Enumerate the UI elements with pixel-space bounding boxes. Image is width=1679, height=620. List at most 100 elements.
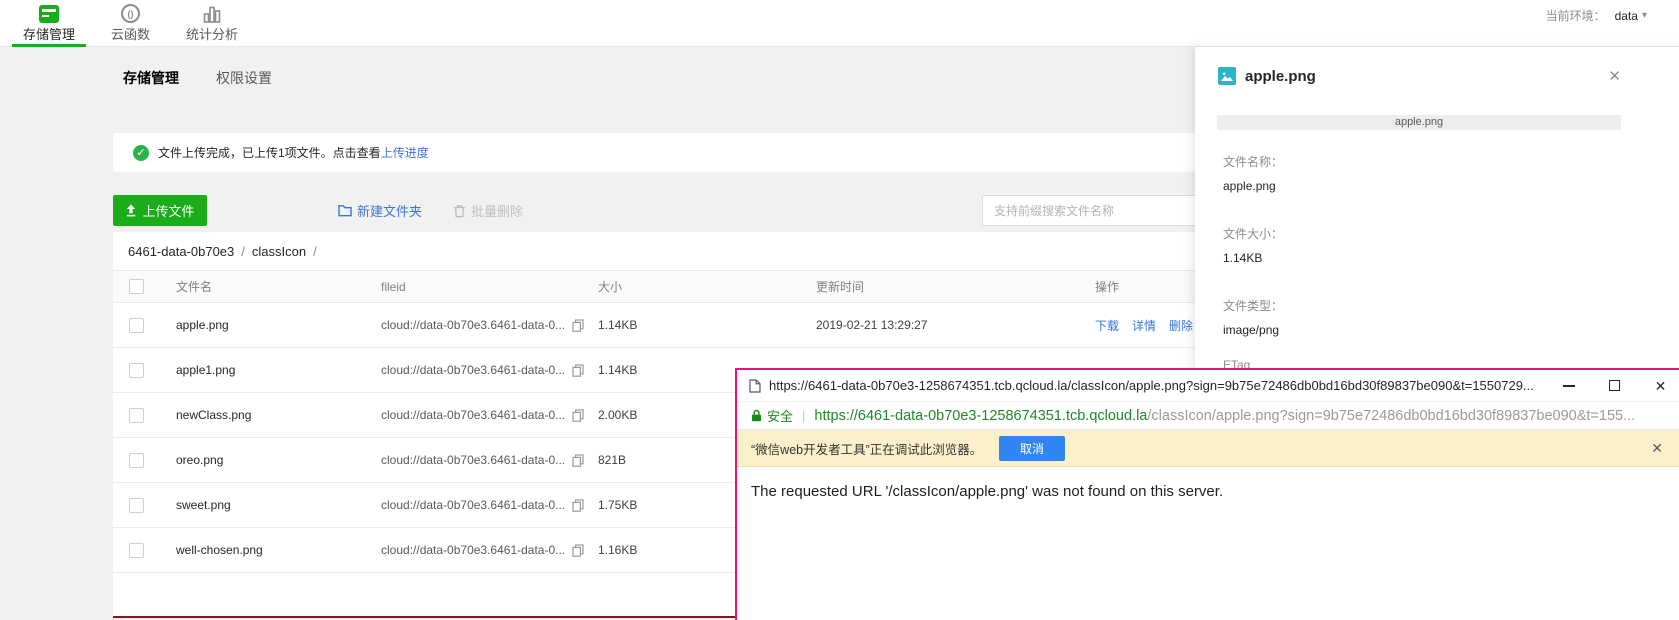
file-id-cell: cloud://data-0b70e3.6461-data-0... <box>381 498 598 512</box>
trash-icon <box>453 204 466 218</box>
upload-progress-link[interactable]: 上传进度 <box>381 144 429 161</box>
breadcrumb-bucket[interactable]: 6461-data-0b70e3 <box>128 244 234 259</box>
env-selector[interactable]: 当前环境： data ▾ <box>1546 7 1647 24</box>
search-input[interactable] <box>982 195 1208 226</box>
field-label: 文件名称： <box>1223 155 1284 169</box>
tab-permission-settings[interactable]: 权限设置 <box>216 68 272 88</box>
batch-delete-button[interactable]: 批量删除 <box>453 195 523 226</box>
row-actions: 下载 详情 删除 <box>1095 317 1210 334</box>
file-name: apple.png <box>176 318 229 332</box>
error-text: The requested URL '/classIcon/apple.png'… <box>751 483 1224 500</box>
batch-delete-label: 批量删除 <box>471 204 524 219</box>
env-value: data <box>1614 8 1638 23</box>
minimize-button[interactable] <box>1560 377 1577 394</box>
nav-tab-label: 存储管理 <box>23 27 76 42</box>
tab-storage-management[interactable]: 存储管理 <box>123 68 179 88</box>
top-bar: 存储管理 () 云函数 统计分析 当前环境： data ▾ <box>0 0 1679 47</box>
nav-tab-label: 云函数 <box>111 27 151 42</box>
copy-icon[interactable] <box>572 363 584 377</box>
file-name: sweet.png <box>176 498 231 512</box>
file-id-cell: cloud://data-0b70e3.6461-data-0... <box>381 408 598 422</box>
file-id: cloud://data-0b70e3.6461-data-0... <box>381 543 566 557</box>
file-id: cloud://data-0b70e3.6461-data-0... <box>381 498 566 512</box>
file-toolbar: 上传文件 新建文件夹 批量删除 <box>113 195 1210 226</box>
address-bar[interactable]: 安全 | https://6461-data-0b70e3-1258674351… <box>737 401 1679 430</box>
row-checkbox[interactable] <box>129 362 144 378</box>
new-folder-label: 新建文件夹 <box>357 204 423 219</box>
row-action[interactable]: 下载 <box>1095 317 1119 334</box>
column-size: 大小 <box>598 280 623 294</box>
copy-icon[interactable] <box>572 408 584 422</box>
popup-title: https://6461-data-0b70e3-1258674351.tcb.… <box>769 378 1534 393</box>
field-value: image/png <box>1223 323 1280 337</box>
row-checkbox[interactable] <box>129 497 144 513</box>
file-id: cloud://data-0b70e3.6461-data-0... <box>381 408 566 422</box>
close-icon: ✕ <box>1654 377 1667 394</box>
nav-tab-cloud-function[interactable]: () 云函数 <box>100 0 161 47</box>
minimize-icon <box>1562 384 1575 387</box>
field-label: 文件类型： <box>1223 299 1284 313</box>
row-action[interactable]: 详情 <box>1132 317 1156 334</box>
stats-icon <box>202 2 222 25</box>
secure-label: 安全 <box>767 409 794 424</box>
field-value: 1.14KB <box>1223 251 1263 265</box>
breadcrumb-separator: / <box>313 243 317 259</box>
file-name: newClass.png <box>176 408 252 422</box>
panel-close-icon[interactable]: ✕ <box>1608 69 1621 84</box>
debug-infobar: “微信web开发者工具”正在调试此浏览器。 取消 ✕ <box>737 430 1679 467</box>
main-nav: 存储管理 () 云函数 统计分析 <box>12 0 263 47</box>
column-filename: 文件名 <box>176 280 213 294</box>
row-checkbox[interactable] <box>129 452 144 468</box>
storage-icon <box>39 2 59 25</box>
row-checkbox[interactable] <box>129 407 144 423</box>
alert-text: 文件上传完成，已上传1项文件。点击查看 <box>158 146 381 160</box>
row-checkbox[interactable] <box>129 317 144 333</box>
field-value: apple.png <box>1223 179 1276 193</box>
nav-tab-storage[interactable]: 存储管理 <box>12 0 87 47</box>
copy-icon[interactable] <box>572 453 584 467</box>
file-name: well-chosen.png <box>176 543 263 557</box>
new-folder-button[interactable]: 新建文件夹 <box>338 195 422 226</box>
address-separator: | <box>802 408 806 423</box>
preview-bar: apple.png <box>1217 115 1621 130</box>
table-header: 文件名 fileid 大小 更新时间 操作 <box>113 270 1210 303</box>
copy-icon[interactable] <box>572 498 584 512</box>
maximize-icon <box>1609 380 1620 391</box>
row-checkbox[interactable] <box>129 542 144 558</box>
copy-icon[interactable] <box>572 543 584 557</box>
breadcrumb-folder[interactable]: classIcon <box>252 244 306 259</box>
file-id-cell: cloud://data-0b70e3.6461-data-0... <box>381 453 598 467</box>
cancel-button[interactable]: 取消 <box>999 436 1065 461</box>
window-controls: ✕ <box>1560 370 1669 401</box>
file-name: oreo.png <box>176 453 224 467</box>
close-button[interactable]: ✕ <box>1652 377 1669 394</box>
maximize-button[interactable] <box>1606 377 1623 394</box>
nav-tab-label: 统计分析 <box>186 27 239 42</box>
file-id-cell: cloud://data-0b70e3.6461-data-0... <box>381 543 598 557</box>
file-name: apple1.png <box>176 363 236 377</box>
env-label: 当前环境： <box>1545 9 1606 23</box>
column-updated: 更新时间 <box>816 280 865 294</box>
popup-title-bar[interactable]: https://6461-data-0b70e3-1258674351.tcb.… <box>737 370 1679 401</box>
file-id-cell: cloud://data-0b70e3.6461-data-0... <box>381 318 598 332</box>
column-fileid: fileid <box>381 279 406 294</box>
check-circle-icon: ✓ <box>133 144 149 161</box>
panel-title: apple.png <box>1245 67 1316 85</box>
file-id: cloud://data-0b70e3.6461-data-0... <box>381 318 566 332</box>
cloud-function-icon: () <box>121 2 141 25</box>
header-checkbox[interactable] <box>129 279 144 294</box>
file-updated: 2019-02-21 13:29:27 <box>816 318 928 332</box>
address-url-domain: https://6461-data-0b70e3-1258674351.tcb.… <box>814 407 1148 424</box>
chevron-down-icon: ▾ <box>1641 10 1647 21</box>
file-size: 1.14KB <box>598 318 638 332</box>
row-action[interactable]: 删除 <box>1169 317 1193 334</box>
folder-icon <box>338 204 352 217</box>
infobar-close-icon[interactable]: ✕ <box>1651 430 1663 467</box>
lock-icon <box>751 409 762 422</box>
file-id-cell: cloud://data-0b70e3.6461-data-0... <box>381 363 598 377</box>
upload-file-button[interactable]: 上传文件 <box>113 195 207 226</box>
copy-icon[interactable] <box>572 318 584 332</box>
nav-tab-stats[interactable]: 统计分析 <box>175 0 249 47</box>
address-url-path: /classIcon/apple.png?sign=9b75e72486db0b… <box>1147 407 1636 424</box>
column-actions: 操作 <box>1095 280 1120 294</box>
